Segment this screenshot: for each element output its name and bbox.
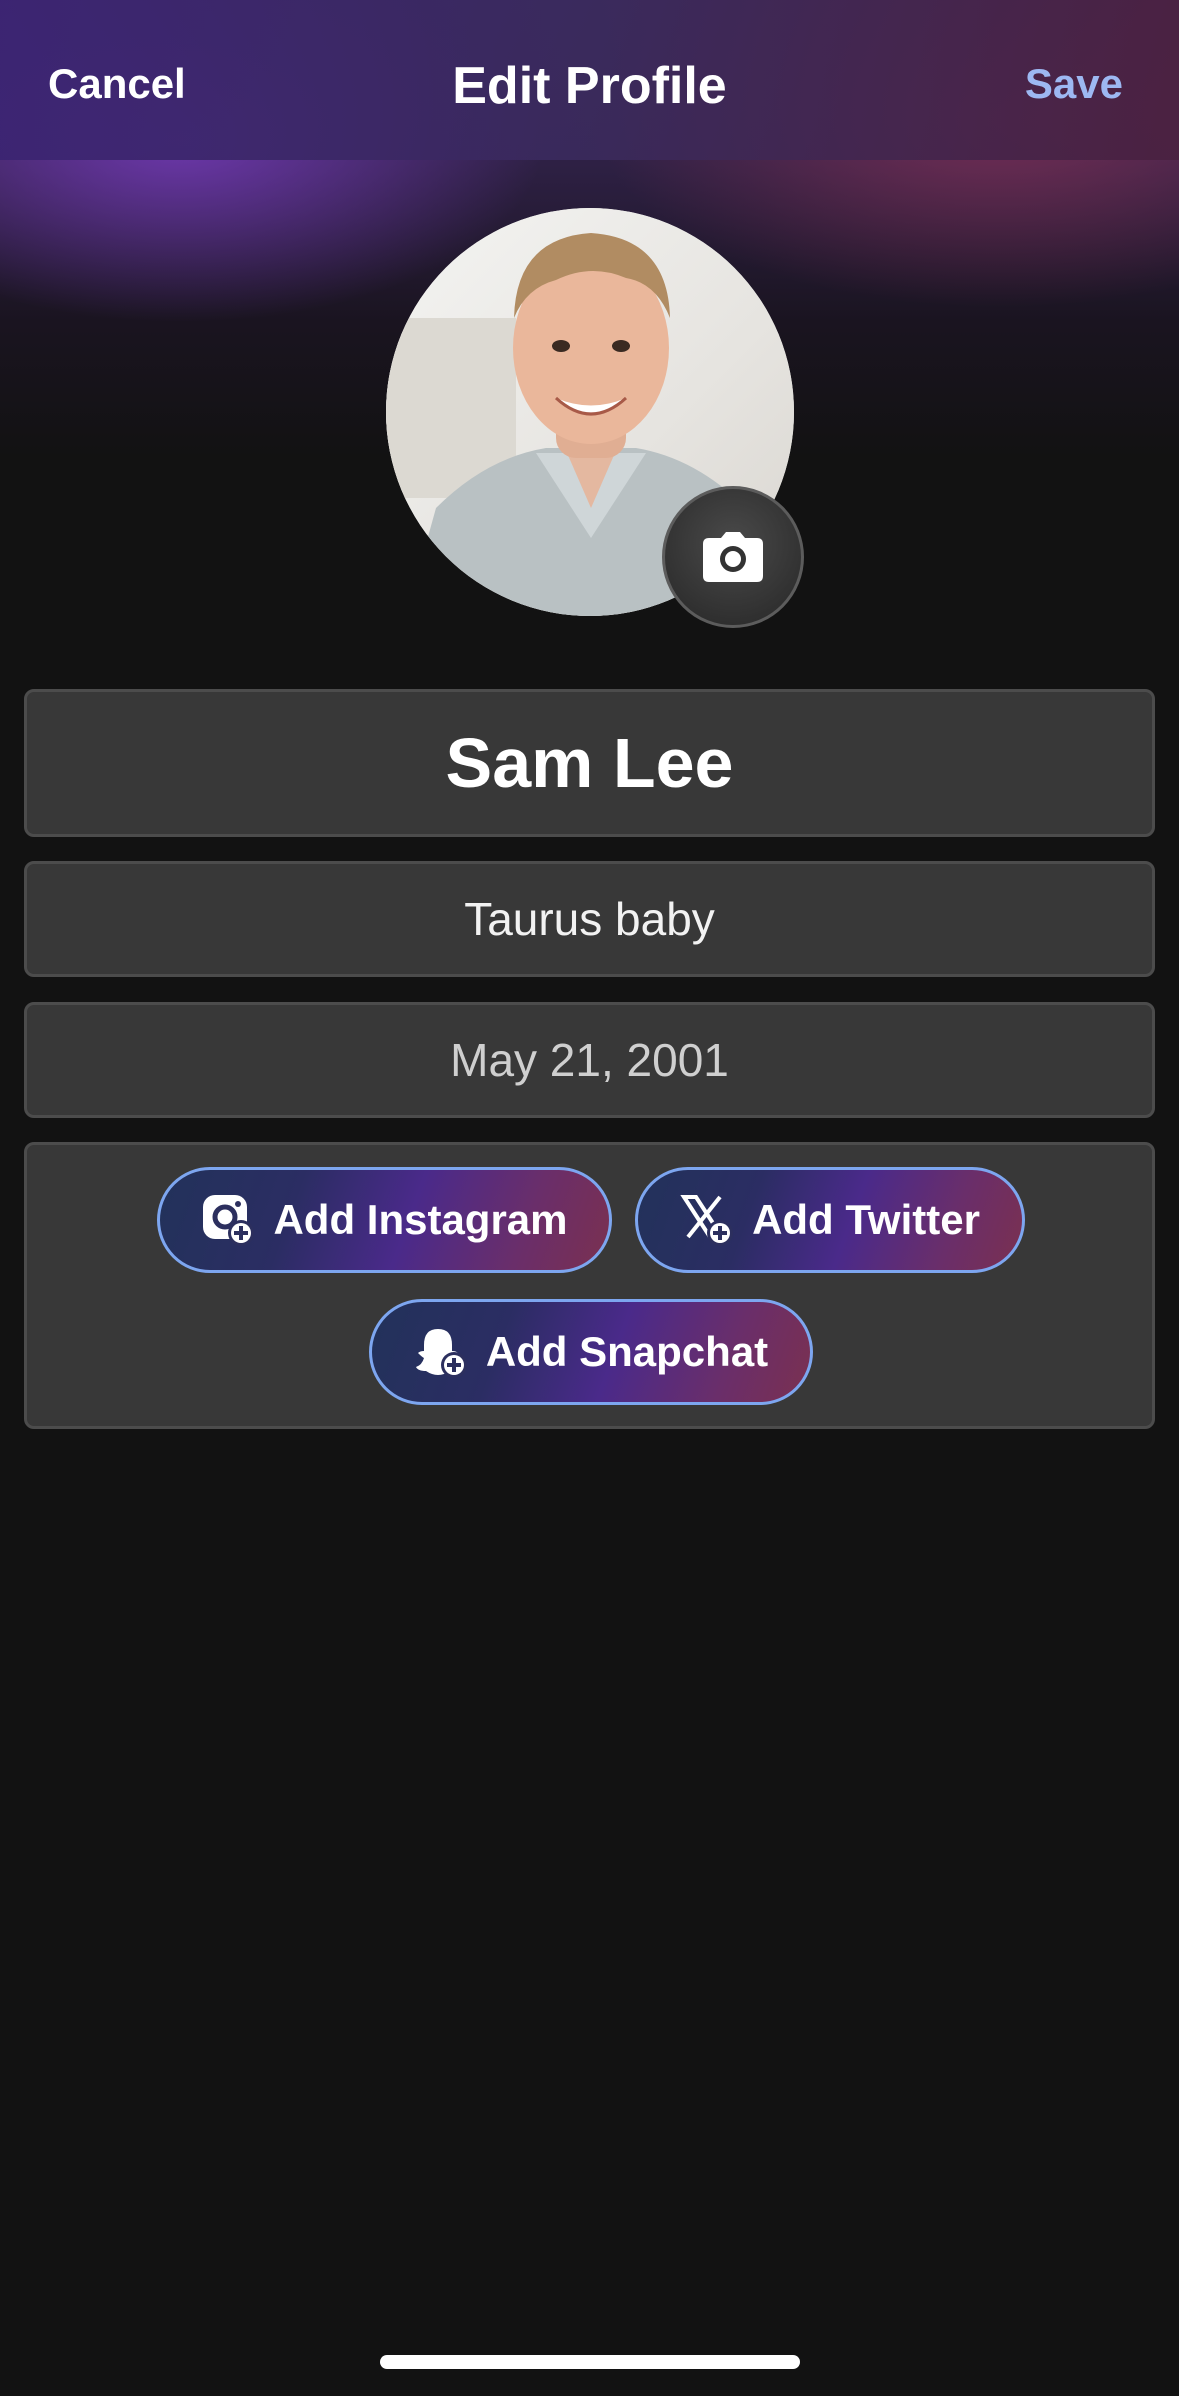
avatar-container [386, 208, 804, 628]
x-add-icon [680, 1193, 734, 1247]
bio-field[interactable]: Taurus baby [24, 861, 1155, 977]
camera-icon [703, 532, 763, 582]
name-field[interactable]: Sam Lee [24, 689, 1155, 837]
add-instagram-button[interactable]: Add Instagram [157, 1167, 612, 1273]
change-photo-button[interactable] [662, 486, 804, 628]
add-twitter-label: Add Twitter [752, 1196, 980, 1243]
add-twitter-button[interactable]: Add Twitter [635, 1167, 1025, 1273]
birthday-field[interactable]: May 21, 2001 [24, 1002, 1155, 1118]
save-button[interactable]: Save [1025, 60, 1123, 108]
instagram-add-icon [201, 1193, 255, 1247]
add-snapchat-label: Add Snapchat [485, 1328, 769, 1375]
page-title: Edit Profile [452, 57, 727, 115]
social-links-section: Add Instagram Add Twitter Add Snapchat [24, 1142, 1155, 1429]
home-indicator[interactable] [380, 2355, 800, 2369]
add-instagram-label: Add Instagram [273, 1196, 568, 1243]
add-snapchat-button[interactable]: Add Snapchat [369, 1299, 813, 1405]
edit-profile-screen: Cancel Edit Profile Save Sam Lee Taurus … [0, 0, 1179, 2396]
snapchat-add-icon [414, 1325, 468, 1379]
